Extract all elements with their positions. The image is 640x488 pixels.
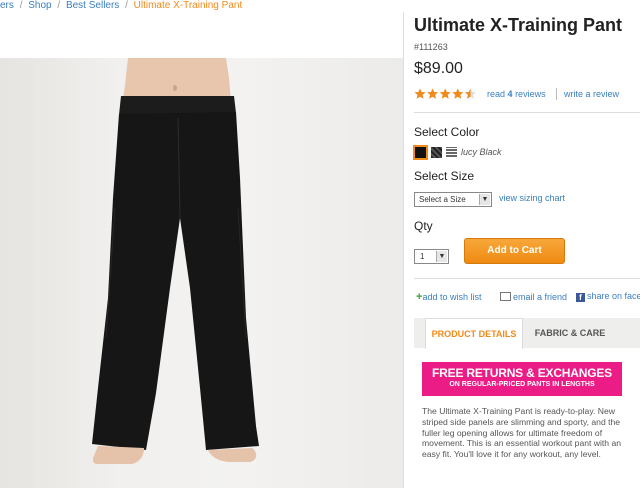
product-sku: #111263 <box>414 42 448 52</box>
reviews-prefix: read <box>487 89 506 99</box>
tab-product-details[interactable]: PRODUCT DETAILS <box>425 318 523 349</box>
color-swatch-charcoal-stripe[interactable] <box>431 147 442 158</box>
pant-model-illustration <box>92 58 259 464</box>
reviews-count: 4 <box>507 89 513 99</box>
breadcrumb-current: Ultimate X-Training Pant <box>133 0 243 11</box>
add-to-cart-button[interactable]: Add to Cart <box>464 238 565 264</box>
qty-value: 1 <box>420 252 425 261</box>
star-icon <box>464 88 476 99</box>
facebook-label: share on face <box>587 291 640 301</box>
write-review-link[interactable]: write a review <box>564 89 619 99</box>
reviews-separator <box>556 88 557 100</box>
color-swatch-white-stripe[interactable] <box>446 147 457 158</box>
tab-fabric-care[interactable]: FABRIC & CARE <box>528 318 612 348</box>
divider <box>414 112 640 113</box>
rating-stars <box>414 88 476 99</box>
wishlist-label: add to wish list <box>422 292 482 302</box>
product-price: $89.00 <box>414 60 463 77</box>
star-icon <box>452 88 464 99</box>
promo-headline: FREE RETURNS & EXCHANGES <box>432 366 612 380</box>
color-swatch-black[interactable] <box>413 145 428 160</box>
breadcrumb-link-shop[interactable]: Shop <box>28 0 51 11</box>
breadcrumb-separator: / <box>125 0 128 11</box>
star-icon <box>414 88 426 99</box>
promo-subline: ON REGULAR-PRICED PANTS IN LENGTHS <box>449 381 595 388</box>
read-reviews-link[interactable]: read 4 reviews <box>487 89 546 99</box>
size-select[interactable]: Select a Size ▼ <box>414 192 492 207</box>
add-to-wishlist-link[interactable]: +add to wish list <box>416 291 481 303</box>
email-label: email a friend <box>513 292 568 302</box>
sizing-chart-link[interactable]: view sizing chart <box>499 193 565 203</box>
size-select-value: Select a Size <box>419 195 466 204</box>
breadcrumb-link-best-sellers[interactable]: Best Sellers <box>66 0 119 11</box>
share-facebook-link[interactable]: f share on face <box>576 291 640 302</box>
reviews-suffix: reviews <box>515 89 546 99</box>
envelope-icon <box>500 292 511 301</box>
product-title: Ultimate X-Training Pant <box>414 15 623 35</box>
breadcrumb: ers / Shop / Best Sellers / Ultimate X-T… <box>0 0 242 12</box>
star-icon <box>439 88 451 99</box>
select-size-heading: Select Size <box>414 169 475 183</box>
star-icon <box>427 88 439 99</box>
select-color-heading: Select Color <box>414 125 480 139</box>
product-image[interactable] <box>0 58 403 488</box>
free-returns-banner[interactable]: FREE RETURNS & EXCHANGES ON REGULAR-PRIC… <box>422 362 622 396</box>
qty-heading: Qty <box>414 219 433 233</box>
chevron-down-icon: ▼ <box>436 251 447 262</box>
breadcrumb-link-partial[interactable]: ers <box>0 0 14 11</box>
divider <box>414 278 640 279</box>
facebook-icon: f <box>576 293 585 302</box>
qty-select[interactable]: 1 ▼ <box>414 249 449 264</box>
chevron-down-icon: ▼ <box>479 194 490 205</box>
selected-color-name: lucy Black <box>461 147 502 157</box>
breadcrumb-separator: / <box>19 0 23 11</box>
breadcrumb-separator: / <box>57 0 61 11</box>
product-description: The Ultimate X-Training Pant is ready-to… <box>422 406 622 460</box>
email-friend-link[interactable]: email a friend <box>500 291 567 302</box>
column-divider <box>403 12 404 488</box>
